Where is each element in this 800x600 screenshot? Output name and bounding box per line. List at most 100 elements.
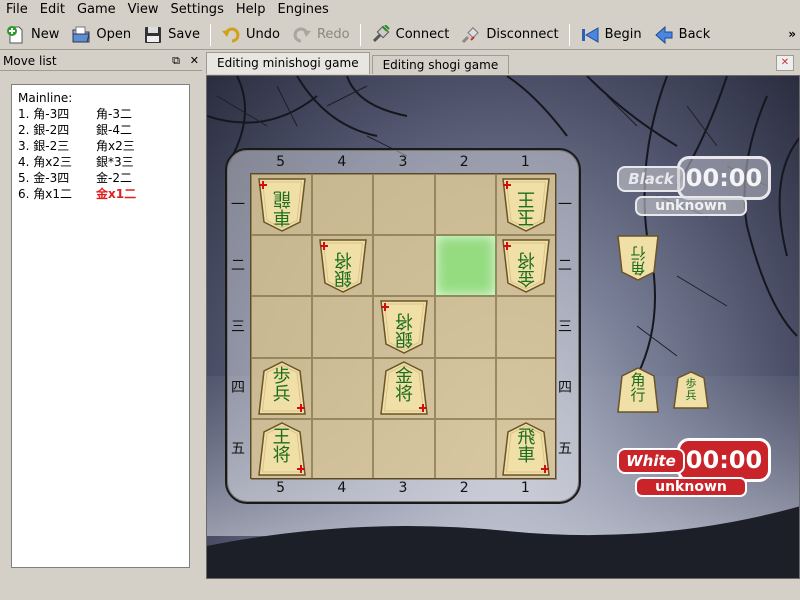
black-move[interactable]: 3. 銀-2三 [18,138,96,154]
piece-marker-icon [297,465,305,474]
new-label: New [31,27,60,42]
shogi-piece[interactable]: 銀将 [379,299,429,355]
board-square[interactable]: 金将 [495,235,557,297]
back-label: Back [678,27,711,42]
piece-glyph-bottom: 将 [394,309,413,331]
move-row: 6. 角x1二 金x1二 [18,186,183,202]
black-move[interactable]: 5. 金-3四 [18,170,96,186]
close-panel-button[interactable]: ✕ [190,54,199,67]
move-list[interactable]: Mainline: 1. 角-3四 角-3二 2. 銀-2四 銀-4二 3. 銀-2三角… [11,84,190,568]
board-square[interactable] [312,418,374,480]
board-square[interactable] [312,357,374,419]
move-number: 3. [18,139,30,153]
board-square[interactable]: 飛車 [495,418,557,480]
float-panel-button[interactable]: ⧉ [172,54,180,67]
open-button[interactable]: Open [65,22,137,48]
black-hand-piece[interactable]: 角行 [617,234,659,282]
white-move[interactable]: 角-3二 [96,106,132,122]
new-document-icon [6,25,26,45]
white-player-status: unknown [635,477,747,497]
shogi-piece[interactable]: 飛車 [501,421,551,477]
save-disk-icon [143,25,163,45]
move-row: 3. 銀-2三 角x2三 [18,138,183,154]
white-hand-piece[interactable]: 角行 [617,366,659,414]
rank-label: 一 [558,196,572,213]
save-button[interactable]: Save [137,22,206,48]
board-square[interactable]: 車龍 [251,174,313,236]
board-square[interactable] [373,418,435,480]
undo-button[interactable]: Undo [215,22,286,48]
shogi-piece[interactable]: 金将 [501,238,551,294]
file-label: 1 [520,480,530,496]
board-square[interactable] [495,357,557,419]
white-move[interactable]: 角x2三 [96,138,135,154]
board-square[interactable] [434,357,496,419]
rank-label: 三 [558,319,572,335]
menu-game[interactable]: Game [71,0,122,20]
board-square[interactable]: 銀将 [312,235,374,297]
rank-label: 一 [231,196,245,213]
white-move[interactable]: 金-2二 [96,170,132,186]
undo-label: Undo [246,27,280,42]
file-label: 4 [337,154,347,170]
shogi-piece[interactable]: 金将 [379,360,429,416]
highlighted-square[interactable] [434,235,496,297]
black-player-status: unknown [635,196,747,216]
white-move[interactable]: 金x1二 [96,186,136,202]
white-move[interactable]: 銀*3三 [96,154,134,170]
menu-edit[interactable]: Edit [34,0,71,20]
shogi-piece[interactable]: 玉王 [501,177,551,233]
begin-label: Begin [604,27,642,42]
board-square[interactable]: 玉王 [495,174,557,236]
board-square[interactable] [434,174,496,236]
board-square[interactable] [251,296,313,358]
board-square[interactable]: 王将 [251,418,313,480]
white-hand-piece[interactable]: 歩兵 [673,370,709,410]
black-move[interactable]: 4. 角x2三 [18,154,96,170]
black-move-text: 銀-2四 [33,123,70,137]
redo-button[interactable]: Redo [286,22,356,48]
board-square[interactable]: 金将 [373,357,435,419]
new-button[interactable]: New [0,22,65,48]
menu-help[interactable]: Help [230,0,272,20]
shogi-piece[interactable]: 王将 [257,421,307,477]
board-square[interactable] [251,235,313,297]
begin-button[interactable]: Begin [574,22,648,48]
board-square[interactable]: 銀将 [373,296,435,358]
shogi-piece[interactable]: 歩兵 [257,360,307,416]
shogi-piece[interactable]: 車龍 [257,177,307,233]
board-square[interactable] [373,235,435,297]
black-move[interactable]: 1. 角-3四 [18,106,96,122]
tab-shogi[interactable]: Editing shogi game [371,55,510,74]
menu-engines[interactable]: Engines [271,0,334,20]
board-square[interactable] [434,296,496,358]
close-tab-button[interactable]: ✕ [776,55,794,71]
board-square[interactable] [312,174,374,236]
piece-glyph-top: 車 [272,205,291,227]
board-square[interactable] [434,418,496,480]
move-number: 5. [18,171,30,185]
menu-view[interactable]: View [122,0,165,20]
piece-glyph-bottom: 将 [333,248,352,270]
black-move[interactable]: 6. 角x1二 [18,186,96,202]
disconnect-button[interactable]: Disconnect [455,22,564,48]
menu-settings[interactable]: Settings [165,0,230,20]
tab-minishogi[interactable]: Editing minishogi game [206,52,370,74]
piece-glyph-top: 玉 [517,205,536,227]
shogi-piece[interactable]: 銀将 [318,238,368,294]
menu-file[interactable]: File [0,0,34,20]
toolbar-overflow-button[interactable]: » [788,27,796,41]
game-scene: 車龍玉王銀将金将銀将歩兵金将王将飛車 角行 角行 歩兵 00:00 Black … [206,75,800,579]
piece-glyph-bottom: 龍 [272,187,291,209]
board-square[interactable]: 歩兵 [251,357,313,419]
board-square[interactable] [312,296,374,358]
back-button[interactable]: Back [648,22,717,48]
shogi-board[interactable]: 車龍玉王銀将金将銀将歩兵金将王将飛車 [250,173,557,480]
white-move[interactable]: 銀-4二 [96,122,132,138]
board-square[interactable] [373,174,435,236]
board-square[interactable] [495,296,557,358]
black-move-text: 銀-2三 [33,139,70,153]
connect-button[interactable]: Connect [365,22,456,48]
black-move[interactable]: 2. 銀-2四 [18,122,96,138]
back-arrow-icon [654,25,674,45]
